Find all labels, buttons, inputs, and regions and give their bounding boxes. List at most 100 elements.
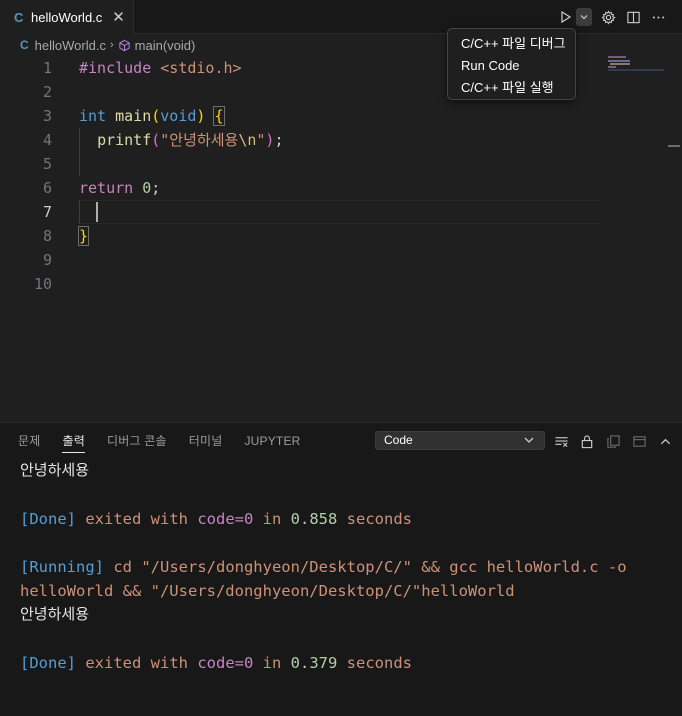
breadcrumb-symbol[interactable]: main(void) <box>135 38 196 53</box>
line-number-active: 7 <box>0 200 60 224</box>
tab-terminal[interactable]: 터미널 <box>189 423 223 459</box>
tab-debug-console[interactable]: 디버그 콘솔 <box>107 423 167 459</box>
run-command: cd "/Users/donghyeon/Desktop/C/" && gcc … <box>104 558 627 576</box>
output-channel-value: Code <box>384 433 413 447</box>
run-dropdown-menu: C/C++ 파일 디버그 Run Code C/C++ 파일 실행 <box>447 28 576 100</box>
text-cursor <box>96 202 98 222</box>
minimap-line <box>608 66 616 68</box>
minimap-line <box>608 60 630 62</box>
line-number: 6 <box>0 176 60 200</box>
menu-item-debug-c-file[interactable]: C/C++ 파일 디버그 <box>448 33 575 55</box>
line-number: 9 <box>0 248 60 272</box>
token-string: "안녕하세용 <box>160 131 238 149</box>
output-line-done: [Done] exited with code=0 in 0.379 secon… <box>20 651 670 675</box>
indent <box>79 131 97 149</box>
line-number: 5 <box>0 152 60 176</box>
split-editor-icon <box>626 10 641 25</box>
c-file-icon: C <box>20 38 29 52</box>
token-keyword: return <box>79 179 133 197</box>
code-editor[interactable]: 1 2 3 4 5 6 7 8 9 10 #include <stdio.h> … <box>0 56 682 422</box>
line-number: 3 <box>0 104 60 128</box>
done-text: exited with <box>76 510 197 528</box>
code-line-4: printf("안녕하세용\n"); <box>79 128 601 152</box>
done-text: in <box>253 510 290 528</box>
done-tag: [Done] <box>20 654 76 672</box>
menu-item-run-code[interactable]: Run Code <box>448 55 575 77</box>
output-line-done: [Done] exited with code=0 in 0.858 secon… <box>20 507 670 531</box>
code-line-7-current <box>77 200 601 224</box>
token-paren: ) <box>196 107 205 125</box>
close-tab-icon[interactable]: ✕ <box>112 10 125 25</box>
minimap-line <box>608 69 664 71</box>
clear-output-button[interactable] <box>552 432 570 450</box>
c-file-icon: C <box>14 10 26 25</box>
run-command-cont: helloWorld && "/Users/donghyeon/Desktop/… <box>20 582 515 600</box>
output-channel-select[interactable]: Code <box>375 431 545 450</box>
elapsed-time: 0.858 <box>291 510 338 528</box>
scrollbar-cursor-marker <box>668 145 680 147</box>
done-text: seconds <box>337 654 412 672</box>
code-line-3: int main(void) { <box>79 104 601 128</box>
gear-icon <box>601 10 616 25</box>
split-editor-button[interactable] <box>623 6 643 28</box>
token-header: <stdio.h> <box>160 59 241 77</box>
running-tag: [Running] <box>20 558 104 576</box>
token-semicolon: ; <box>274 131 283 149</box>
menu-item-run-c-file[interactable]: C/C++ 파일 실행 <box>448 77 575 99</box>
token-escape: \n <box>238 131 256 149</box>
line-number: 8 <box>0 224 60 248</box>
output-blank <box>20 627 670 651</box>
settings-button[interactable] <box>598 6 618 28</box>
done-text: exited with <box>76 654 197 672</box>
output-line-running-cont: helloWorld && "/Users/donghyeon/Desktop/… <box>20 579 670 603</box>
tab-problems[interactable]: 문제 <box>18 423 40 459</box>
play-icon <box>559 10 573 24</box>
token-brace: } <box>79 227 88 245</box>
close-panel-button[interactable] <box>678 432 682 450</box>
chevron-up-icon <box>659 435 672 448</box>
editor-tab-helloworld[interactable]: C helloWorld.c ✕ <box>0 0 134 34</box>
maximize-panel-button[interactable] <box>656 432 674 450</box>
filter-list-icon <box>554 434 569 449</box>
lock-scroll-button[interactable] <box>578 432 596 450</box>
elapsed-time: 0.379 <box>291 654 338 672</box>
output-line-program: 안녕하세용 <box>20 603 670 627</box>
token-param: void <box>160 107 196 125</box>
code-line-6: return 0; <box>79 176 601 200</box>
bottom-panel: 문제 출력 디버그 콘솔 터미널 JUPYTER Code 안녕하세용 [Do <box>0 422 682 716</box>
tab-filename: helloWorld.c <box>31 10 102 25</box>
code-line-8: } <box>79 224 601 248</box>
editor-tab-bar: C helloWorld.c ✕ <box>0 0 682 34</box>
chevron-down-icon <box>522 433 536 447</box>
token-semicolon: ; <box>151 179 160 197</box>
more-actions-button[interactable] <box>648 6 668 28</box>
copy-icon <box>606 434 621 449</box>
minimap-line <box>608 56 626 58</box>
tab-jupyter[interactable]: JUPYTER <box>244 423 300 459</box>
done-text: in <box>253 654 290 672</box>
panel-actions <box>552 432 682 450</box>
token-directive: #include <box>79 59 151 77</box>
line-number-gutter: 1 2 3 4 5 6 7 8 9 10 <box>0 56 60 296</box>
token-function-call: printf <box>97 131 151 149</box>
token-number: 0 <box>142 179 151 197</box>
copy-output-button[interactable] <box>604 432 622 450</box>
output-blank <box>20 483 670 507</box>
output-line-running: [Running] cd "/Users/donghyeon/Desktop/C… <box>20 555 670 579</box>
done-text: seconds <box>337 510 412 528</box>
maximize-icon <box>632 434 647 449</box>
lock-icon <box>580 434 594 449</box>
exit-code: code=0 <box>197 654 253 672</box>
open-in-editor-button[interactable] <box>630 432 648 450</box>
breadcrumb: C helloWorld.c › main(void) <box>0 34 682 56</box>
minimap[interactable] <box>608 56 668 76</box>
exit-code: code=0 <box>197 510 253 528</box>
output-line-program: 안녕하세용 <box>20 459 670 483</box>
tab-output[interactable]: 출력 <box>62 423 84 459</box>
output-log[interactable]: 안녕하세용 [Done] exited with code=0 in 0.858… <box>20 459 670 675</box>
minimap-line <box>610 63 630 65</box>
run-dropdown-button[interactable] <box>576 8 592 26</box>
breadcrumb-file[interactable]: helloWorld.c <box>35 38 106 53</box>
run-button[interactable] <box>556 6 576 28</box>
line-number: 1 <box>0 56 60 80</box>
